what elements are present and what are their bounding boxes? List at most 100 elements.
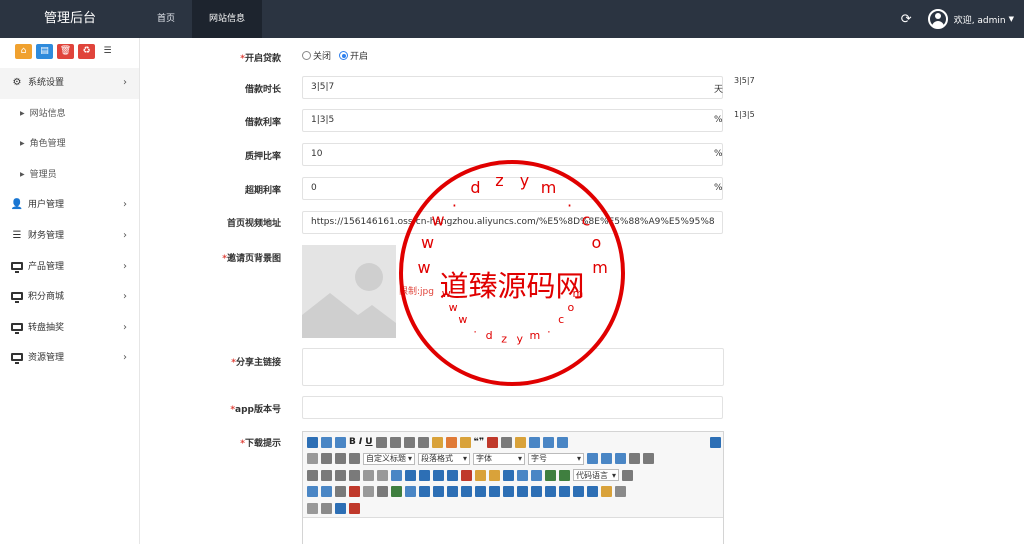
sidebar-subitem-roles[interactable]: ▶ 角色管理 (0, 129, 139, 160)
special-chars-icon[interactable] (377, 486, 388, 498)
image-left-icon[interactable] (419, 469, 430, 481)
align-left-icon[interactable] (629, 453, 640, 465)
split-cols-icon[interactable] (587, 486, 598, 498)
unordered-list-icon[interactable] (543, 436, 555, 448)
pagebreak-icon[interactable] (622, 469, 633, 481)
sidebar-item-users[interactable]: 👤 用户管理 › (0, 190, 139, 221)
image-none-icon[interactable] (405, 469, 416, 481)
font-size-select[interactable]: 字号 ▾ (528, 452, 584, 465)
tab-home[interactable]: 首页 (140, 0, 192, 38)
delete-col-icon[interactable] (503, 486, 514, 498)
align-center-icon[interactable] (307, 469, 318, 481)
ltr-icon[interactable] (587, 453, 598, 465)
home-icon[interactable]: ⌂ (15, 44, 32, 59)
html-source-icon[interactable] (307, 436, 318, 448)
delete-table-icon[interactable] (433, 486, 444, 498)
share-link-textarea[interactable] (302, 348, 724, 386)
welcome-text[interactable]: 欢迎, admin (954, 13, 1006, 26)
overdue-rate-input[interactable]: 0 (302, 177, 723, 200)
sidebar-item-lottery[interactable]: 转盘抽奖 › (0, 313, 139, 344)
recycle-icon[interactable]: ♻ (78, 44, 95, 59)
tab-site-info[interactable]: 网站信息 (192, 0, 263, 38)
insert-para-before-table-icon[interactable] (447, 486, 458, 498)
indent-icon[interactable] (615, 453, 626, 465)
sidebar-subitem-site-info[interactable]: ▶ 网站信息 (0, 99, 139, 130)
sidebar-subitem-admins[interactable]: ▶ 管理员 (0, 160, 139, 191)
delete-row-icon[interactable] (475, 486, 486, 498)
horizontal-rule-icon[interactable] (335, 486, 346, 498)
emotion-icon[interactable] (489, 469, 500, 481)
scrawl-icon[interactable] (503, 469, 514, 481)
blockquote-icon[interactable]: ❝❞ (474, 437, 485, 447)
insert-row-icon[interactable] (461, 486, 472, 498)
row-spacing-bottom-icon[interactable] (335, 453, 346, 465)
image-center-icon[interactable] (447, 469, 458, 481)
insert-table-icon[interactable] (419, 486, 430, 498)
date-icon[interactable] (349, 486, 360, 498)
highlight-icon[interactable] (515, 436, 527, 448)
select-all-icon[interactable] (557, 436, 569, 448)
unlink-icon[interactable] (377, 469, 388, 481)
italic-icon[interactable]: I (359, 437, 362, 447)
subscript-icon[interactable] (417, 436, 429, 448)
insert-col-icon[interactable] (489, 486, 500, 498)
bold-icon[interactable]: B (349, 437, 356, 447)
strikethrough-icon[interactable] (389, 436, 401, 448)
file-icon[interactable]: ▤ (36, 44, 53, 59)
paste-plain-icon[interactable] (487, 436, 499, 448)
fullscreen-icon[interactable] (710, 436, 721, 448)
find-icon[interactable] (321, 502, 332, 514)
chart-icon[interactable] (601, 486, 612, 498)
split-rows-icon[interactable] (573, 486, 584, 498)
line-height-icon[interactable] (349, 453, 360, 465)
eraser-icon[interactable] (445, 436, 457, 448)
split-cells-icon[interactable] (559, 486, 570, 498)
sidebar-item-system-settings[interactable]: ⚙ 系统设置 › (0, 68, 139, 99)
format-match-icon[interactable] (431, 436, 443, 448)
font-family-select[interactable]: 字体 ▾ (473, 452, 525, 465)
brand-title[interactable]: 管理后台 (0, 0, 140, 38)
loan-term-input[interactable]: 3|5|7 (302, 76, 723, 99)
app-version-input[interactable] (302, 396, 723, 419)
chevron-down-icon[interactable]: ▼ (1009, 15, 1014, 23)
custom-title-select[interactable]: 自定义标题 ▾ (363, 452, 415, 465)
time-icon[interactable] (363, 486, 374, 498)
editor-content-area[interactable] (303, 518, 723, 544)
radio-on[interactable]: 开启 (339, 49, 368, 62)
image-upload-placeholder[interactable] (302, 245, 396, 338)
undo-icon[interactable] (321, 436, 332, 448)
preview-icon[interactable] (307, 502, 318, 514)
print-icon[interactable] (615, 486, 626, 498)
wordimage-icon[interactable] (391, 486, 402, 498)
merge-down-icon[interactable] (545, 486, 556, 498)
search-replace-icon[interactable] (405, 486, 416, 498)
insert-video-icon[interactable] (517, 469, 528, 481)
attachment-icon[interactable] (531, 469, 542, 481)
code-language-select[interactable]: 代码语言 ▾ (573, 469, 619, 482)
touppercase-icon[interactable] (335, 469, 346, 481)
sidebar-item-products[interactable]: 产品管理 › (0, 252, 139, 283)
trash-icon[interactable]: 🗑 (57, 44, 74, 59)
clear-doc-icon[interactable] (307, 453, 318, 465)
row-spacing-top-icon[interactable] (321, 453, 332, 465)
auto-format-icon[interactable] (459, 436, 471, 448)
loan-rate-input[interactable]: 1|3|5 (302, 109, 723, 132)
sidebar-item-resources[interactable]: 资源管理 › (0, 343, 139, 374)
ordered-list-icon[interactable] (529, 436, 541, 448)
link-icon[interactable] (363, 469, 374, 481)
anchor-icon[interactable] (391, 469, 402, 481)
sidebar-item-points-mall[interactable]: 积分商城 › (0, 282, 139, 313)
align-justify-icon[interactable] (321, 469, 332, 481)
radio-off[interactable]: 关闭 (302, 49, 331, 62)
template-icon[interactable] (307, 486, 318, 498)
simple-upload-icon[interactable] (461, 469, 472, 481)
font-color-icon[interactable] (501, 436, 513, 448)
list-icon[interactable]: ☰ (99, 44, 116, 59)
home-video-input[interactable]: https://156146161.oss-cn-hangzhou.aliyun… (302, 211, 723, 234)
image-right-icon[interactable] (433, 469, 444, 481)
superscript-icon[interactable] (403, 436, 415, 448)
align-right-icon[interactable] (643, 453, 654, 465)
drafts-icon[interactable] (349, 502, 360, 514)
merge-right-icon[interactable] (531, 486, 542, 498)
tolowercase-icon[interactable] (349, 469, 360, 481)
